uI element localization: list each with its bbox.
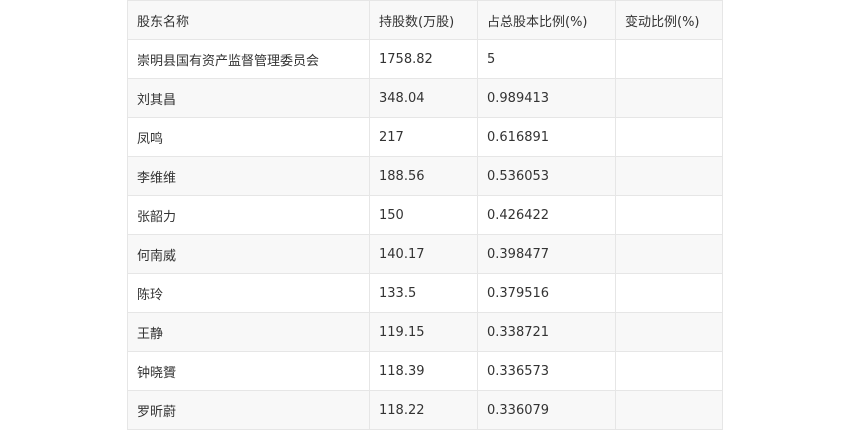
header-share-ratio: 占总股本比例(%) (477, 0, 616, 40)
cell-share-ratio: 0.616891 (477, 117, 616, 157)
cell-shares-held: 140.17 (369, 234, 478, 274)
cell-shareholder-name: 崇明县国有资产监督管理委员会 (127, 39, 370, 79)
cell-share-ratio: 0.336079 (477, 390, 616, 430)
table-row: 凤鸣 217 0.616891 (127, 117, 723, 157)
cell-shareholder-name: 凤鸣 (127, 117, 370, 157)
cell-shareholder-name: 李维维 (127, 156, 370, 196)
cell-change-ratio (615, 390, 723, 430)
cell-shares-held: 150 (369, 195, 478, 235)
cell-share-ratio: 0.989413 (477, 78, 616, 118)
table-row: 刘其昌 348.04 0.989413 (127, 78, 723, 118)
table-row: 王静 119.15 0.338721 (127, 312, 723, 352)
cell-share-ratio: 0.338721 (477, 312, 616, 352)
header-shares-held: 持股数(万股) (369, 0, 478, 40)
table-header-row: 股东名称 持股数(万股) 占总股本比例(%) 变动比例(%) (127, 0, 723, 40)
cell-share-ratio: 0.426422 (477, 195, 616, 235)
cell-share-ratio: 0.398477 (477, 234, 616, 274)
header-shareholder-name: 股东名称 (127, 0, 370, 40)
cell-shareholder-name: 王静 (127, 312, 370, 352)
cell-shares-held: 217 (369, 117, 478, 157)
table-row: 崇明县国有资产监督管理委员会 1758.82 5 (127, 39, 723, 79)
cell-change-ratio (615, 195, 723, 235)
cell-shareholder-name: 张韶力 (127, 195, 370, 235)
cell-shares-held: 348.04 (369, 78, 478, 118)
cell-shares-held: 118.22 (369, 390, 478, 430)
shareholder-table: 股东名称 持股数(万股) 占总股本比例(%) 变动比例(%) 崇明县国有资产监督… (127, 0, 723, 430)
cell-change-ratio (615, 351, 723, 391)
cell-shareholder-name: 何南威 (127, 234, 370, 274)
cell-change-ratio (615, 156, 723, 196)
cell-change-ratio (615, 273, 723, 313)
cell-shareholder-name: 罗昕蔚 (127, 390, 370, 430)
cell-shares-held: 118.39 (369, 351, 478, 391)
cell-share-ratio: 0.336573 (477, 351, 616, 391)
table-row: 何南威 140.17 0.398477 (127, 234, 723, 274)
cell-change-ratio (615, 234, 723, 274)
table-row: 罗昕蔚 118.22 0.336079 (127, 390, 723, 430)
cell-change-ratio (615, 78, 723, 118)
cell-shares-held: 119.15 (369, 312, 478, 352)
table-row: 张韶力 150 0.426422 (127, 195, 723, 235)
cell-shareholder-name: 陈玲 (127, 273, 370, 313)
cell-shareholder-name: 钟晓贇 (127, 351, 370, 391)
table-row: 李维维 188.56 0.536053 (127, 156, 723, 196)
table-row: 钟晓贇 118.39 0.336573 (127, 351, 723, 391)
cell-shares-held: 1758.82 (369, 39, 478, 79)
cell-share-ratio: 0.536053 (477, 156, 616, 196)
cell-change-ratio (615, 39, 723, 79)
table-row: 陈玲 133.5 0.379516 (127, 273, 723, 313)
header-change-ratio: 变动比例(%) (615, 0, 723, 40)
cell-change-ratio (615, 312, 723, 352)
cell-share-ratio: 0.379516 (477, 273, 616, 313)
cell-change-ratio (615, 117, 723, 157)
shareholder-table-container: 股东名称 持股数(万股) 占总股本比例(%) 变动比例(%) 崇明县国有资产监督… (127, 0, 723, 430)
cell-shares-held: 188.56 (369, 156, 478, 196)
cell-share-ratio: 5 (477, 39, 616, 79)
cell-shareholder-name: 刘其昌 (127, 78, 370, 118)
cell-shares-held: 133.5 (369, 273, 478, 313)
